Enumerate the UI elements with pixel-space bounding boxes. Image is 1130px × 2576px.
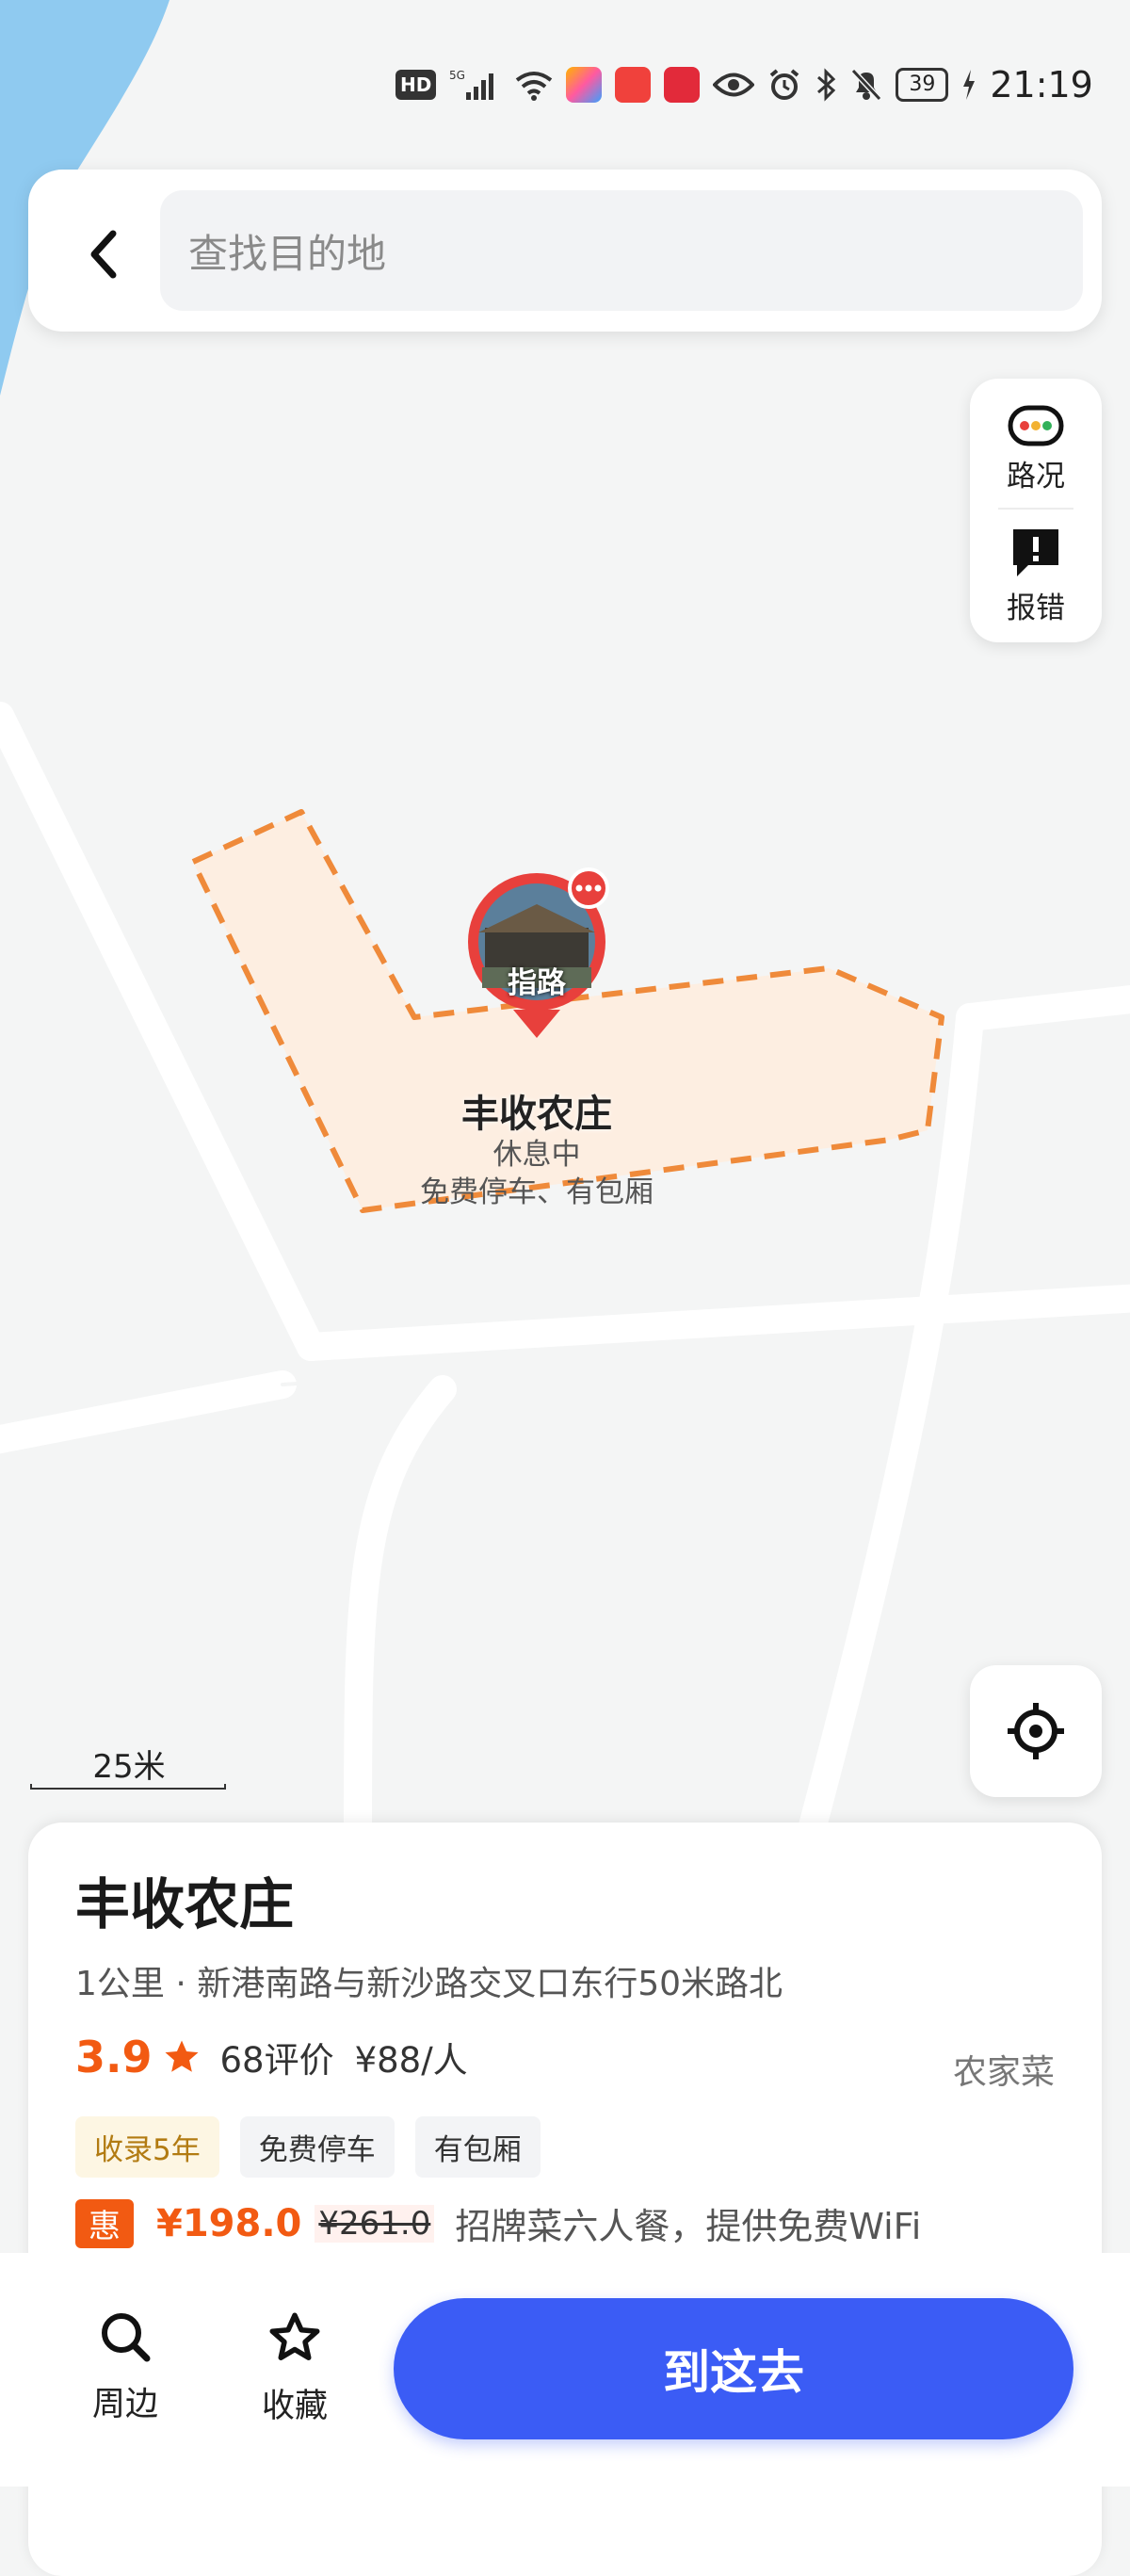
map-scale: 25米 [30,1741,228,1790]
chevron-left-icon [90,230,117,279]
deal-original-price: ¥261.0 [315,2204,435,2243]
alarm-icon [767,68,801,102]
scale-label: 25米 [92,1748,166,1786]
deal-row[interactable]: 惠 ¥198.0 ¥261.0 招牌菜六人餐，提供免费WiFi [75,2197,921,2249]
tags-row: 收录5年 免费停车 有包厢 [75,2116,541,2178]
map-poi-status: 休息中 [492,1138,581,1172]
traffic-label: 路况 [1007,459,1065,494]
road [956,985,1130,1031]
place-category: 农家菜 [952,2053,1055,2092]
favorite-label: 收藏 [261,2388,328,2425]
locate-button[interactable] [970,1665,1102,1797]
tag-parking: 免费停车 [239,2116,395,2178]
report-label: 报错 [1007,591,1065,625]
tag-years: 收录5年 [75,2116,219,2178]
discount-badge: 惠 [75,2198,134,2248]
scale-bar [30,1784,226,1790]
rating-row: 3.9 68评价 ¥88/人 [75,2032,468,2082]
report-icon [1013,528,1058,576]
average-price: ¥88/人 [354,2040,468,2081]
report-error-button[interactable]: 报错 [970,514,1102,637]
map-poi-tags: 免费停车、有包厢 [420,1175,654,1209]
search-icon [102,2313,151,2362]
search-card: 查找目的地 [28,170,1102,332]
gift-app-icon [664,67,701,103]
charging-icon [961,70,977,100]
map-tools-panel: 路况 报错 [970,379,1102,642]
marker-badge-label[interactable]: 指路 [490,959,584,1001]
bottom-action-bar: 周边 收藏 到这去 [0,2253,1130,2487]
status-time: 21:19 [990,64,1093,105]
deal-description: 招牌菜六人餐，提供免费WiFi [455,2206,922,2247]
search-placeholder: 查找目的地 [188,230,387,277]
deal-price: ¥198.0 [156,2201,302,2245]
crosshair-icon [1008,1703,1064,1759]
place-title: 丰收农庄 [75,1872,295,1936]
tools-divider [998,508,1074,510]
wifi-icon [515,69,553,101]
nearby-button[interactable]: 周边 [55,2309,196,2425]
place-address: 1公里 · 新港南路与新沙路交叉口东行50米路北 [75,1965,783,2003]
battery-icon: 39 [896,68,949,102]
signal-icon: 5G [449,68,502,102]
back-button[interactable] [66,217,141,292]
mute-bell-icon [850,68,882,102]
traffic-button[interactable]: 路况 [970,388,1102,510]
bluetooth-icon [815,68,837,102]
app-notification-icon [566,67,603,103]
rating-value: 3.9 [75,2032,153,2082]
shopping-app-icon [615,67,652,103]
eye-icon [713,71,755,99]
star-outline-icon [269,2312,320,2360]
favorite-button[interactable]: 收藏 [224,2309,365,2427]
nearby-label: 周边 [91,2386,158,2423]
go-here-button[interactable]: 到这去 [394,2298,1074,2439]
search-input[interactable]: 查找目的地 [160,190,1083,311]
status-bar: HD 5G 39 21:19 [396,58,1093,111]
star-icon [165,2040,198,2072]
svg-text:5G: 5G [449,69,465,82]
tag-private-room: 有包厢 [414,2116,541,2178]
review-count[interactable]: 68评价 [220,2032,334,2082]
hd-icon: HD [396,70,437,100]
traffic-icon [1008,405,1064,446]
